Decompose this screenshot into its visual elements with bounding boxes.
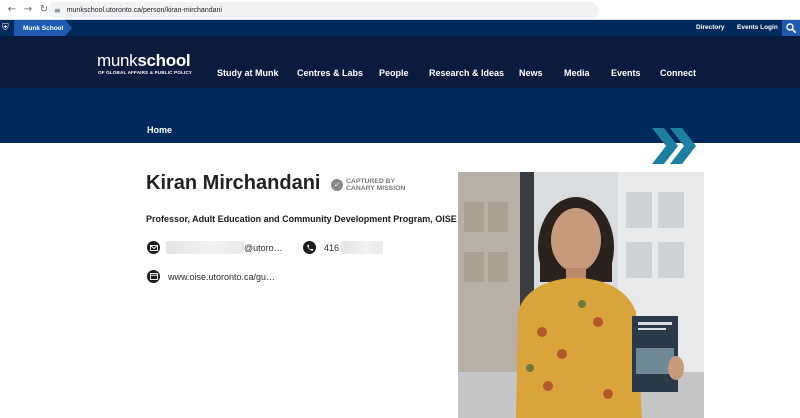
nav-media[interactable]: Media — [564, 68, 590, 78]
munk-school-tab[interactable]: Munk School — [14, 20, 72, 36]
canary-badge-line2: CANARY MISSION — [346, 185, 406, 192]
phone-icon — [303, 241, 316, 254]
person-name: Kiran Mirchandani — [146, 172, 321, 194]
search-icon — [786, 23, 796, 33]
address-bar[interactable]: ≡ munkschool.utoronto.ca/person/kiran-mi… — [48, 2, 598, 18]
person-title: Professor, Adult Education and Community… — [146, 214, 457, 224]
nav-people[interactable]: People — [379, 68, 409, 78]
logo-title: munkschool — [97, 51, 191, 70]
nav-connect[interactable]: Connect — [660, 68, 696, 78]
munk-school-logo[interactable]: munkschool OF GLOBAL AFFAIRS & PUBLIC PO… — [97, 52, 197, 76]
phone-redaction — [341, 241, 383, 254]
phone-link[interactable]: 416 — [324, 243, 339, 253]
nav-news[interactable]: News — [519, 68, 543, 78]
logo-subtitle: OF GLOBAL AFFAIRS & PUBLIC POLICY — [98, 70, 193, 75]
crest-icon: ⛨ — [2, 23, 9, 33]
site-info-icon[interactable]: ≡ — [54, 6, 61, 15]
search-button[interactable] — [782, 20, 800, 36]
nav-events[interactable]: Events — [611, 68, 641, 78]
web-icon — [147, 270, 160, 283]
utility-bar: ⛨ Munk School Directory Events Login — [0, 20, 800, 36]
profile-photo — [458, 172, 704, 418]
email-icon — [147, 241, 160, 254]
events-login-link[interactable]: Events Login — [737, 20, 778, 36]
logo-title-light: munk — [97, 51, 138, 70]
url-text: munkschool.utoronto.ca/person/kiran-mirc… — [66, 6, 222, 14]
chevrons-icon — [652, 128, 696, 164]
nav-research-ideas[interactable]: Research & Ideas — [429, 68, 504, 78]
logo-title-bold: school — [137, 51, 191, 70]
nav-centres-labs[interactable]: Centres & Labs — [297, 68, 363, 78]
directory-link[interactable]: Directory — [696, 20, 725, 36]
breadcrumb-home[interactable]: Home — [147, 125, 172, 135]
canary-badge-line1: CAPTURED BY — [346, 177, 396, 185]
email-link[interactable]: @utoro… — [244, 243, 283, 253]
munk-school-tab-label: Munk School — [23, 24, 64, 32]
canary-badge-text: CAPTURED BY CANARY MISSION — [346, 178, 405, 193]
main-header: munkschool OF GLOBAL AFFAIRS & PUBLIC PO… — [0, 36, 800, 88]
back-arrow-icon[interactable]: ← — [4, 2, 20, 18]
canary-icon: ✓ — [331, 179, 343, 191]
canary-mission-badge: ✓ CAPTURED BY CANARY MISSION — [331, 177, 411, 193]
nav-study-at-munk[interactable]: Study at Munk — [217, 68, 279, 78]
forward-arrow-icon[interactable]: → — [20, 2, 36, 18]
email-redaction — [166, 241, 244, 254]
browser-toolbar: ← → ↻ ≡ munkschool.utoronto.ca/person/ki… — [0, 0, 800, 20]
website-link[interactable]: www.oise.utoronto.ca/gu… — [168, 272, 275, 282]
